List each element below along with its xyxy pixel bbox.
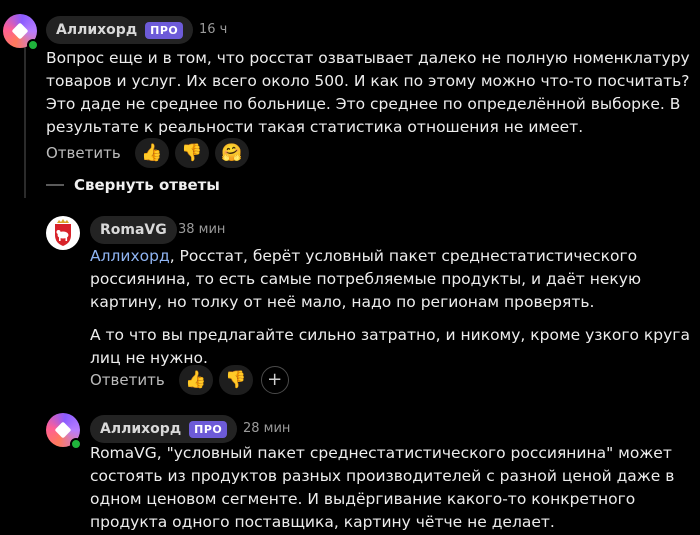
pro-badge: ПРО	[145, 21, 184, 39]
thread-line[interactable]	[24, 46, 26, 198]
avatar-romavg[interactable]	[46, 216, 80, 250]
online-indicator	[27, 39, 39, 51]
comment-text: RomaVG, "условный пакет среднестатистиче…	[90, 442, 690, 534]
author-name: RomaVG	[100, 222, 167, 238]
comment-time[interactable]: 28 мин	[243, 421, 290, 436]
reply-button[interactable]: Ответить	[46, 144, 121, 162]
author-pill[interactable]: RomaVG	[90, 216, 177, 244]
comment-body-2: А то что вы предлагайте сильно затратно,…	[90, 326, 690, 367]
collapse-label: Свернуть ответы	[74, 176, 220, 194]
comment-body-1-text: , Росстат, берёт условный пакет среднест…	[90, 247, 641, 311]
comment-text: Вопрос еще и в том, что росстат озватыва…	[46, 47, 694, 139]
mention-link[interactable]: Аллихорд	[90, 247, 170, 265]
author-name: Аллихорд	[56, 22, 138, 38]
coat-of-arms-icon	[55, 219, 71, 246]
author-pill[interactable]: Аллихорд ПРО	[46, 16, 194, 44]
collapse-replies[interactable]: Свернуть ответы	[46, 176, 220, 194]
comment-time[interactable]: 16 ч	[199, 22, 227, 37]
comment-text: Аллихорд, Росстат, берёт условный пакет …	[90, 245, 690, 370]
comment-body: RomaVG, "условный пакет среднестатистиче…	[90, 444, 675, 531]
like-button[interactable]: 👍	[178, 365, 213, 395]
comment-body-1: Аллихорд, Росстат, берёт условный пакет …	[90, 245, 690, 314]
dislike-button[interactable]: 👎	[174, 138, 209, 168]
comment-actions: Ответить 👍 👎 🤗	[46, 138, 249, 168]
author-pill[interactable]: Аллихорд ПРО	[90, 415, 238, 443]
like-button[interactable]: 👍	[134, 138, 169, 168]
collapse-dash	[46, 184, 64, 186]
comment-actions: Ответить 👍 👎 +	[90, 365, 289, 395]
online-indicator	[70, 438, 82, 450]
dislike-button[interactable]: 👎	[218, 365, 253, 395]
reply-button[interactable]: Ответить	[90, 371, 165, 389]
hug-reaction-button[interactable]: 🤗	[214, 138, 249, 168]
author-name: Аллихорд	[100, 421, 182, 437]
comment-body: Вопрос еще и в том, что росстат озватыва…	[46, 49, 690, 136]
add-reaction-button[interactable]: +	[260, 366, 289, 394]
pro-badge: ПРО	[189, 420, 228, 438]
comment-time[interactable]: 38 мин	[178, 222, 225, 237]
